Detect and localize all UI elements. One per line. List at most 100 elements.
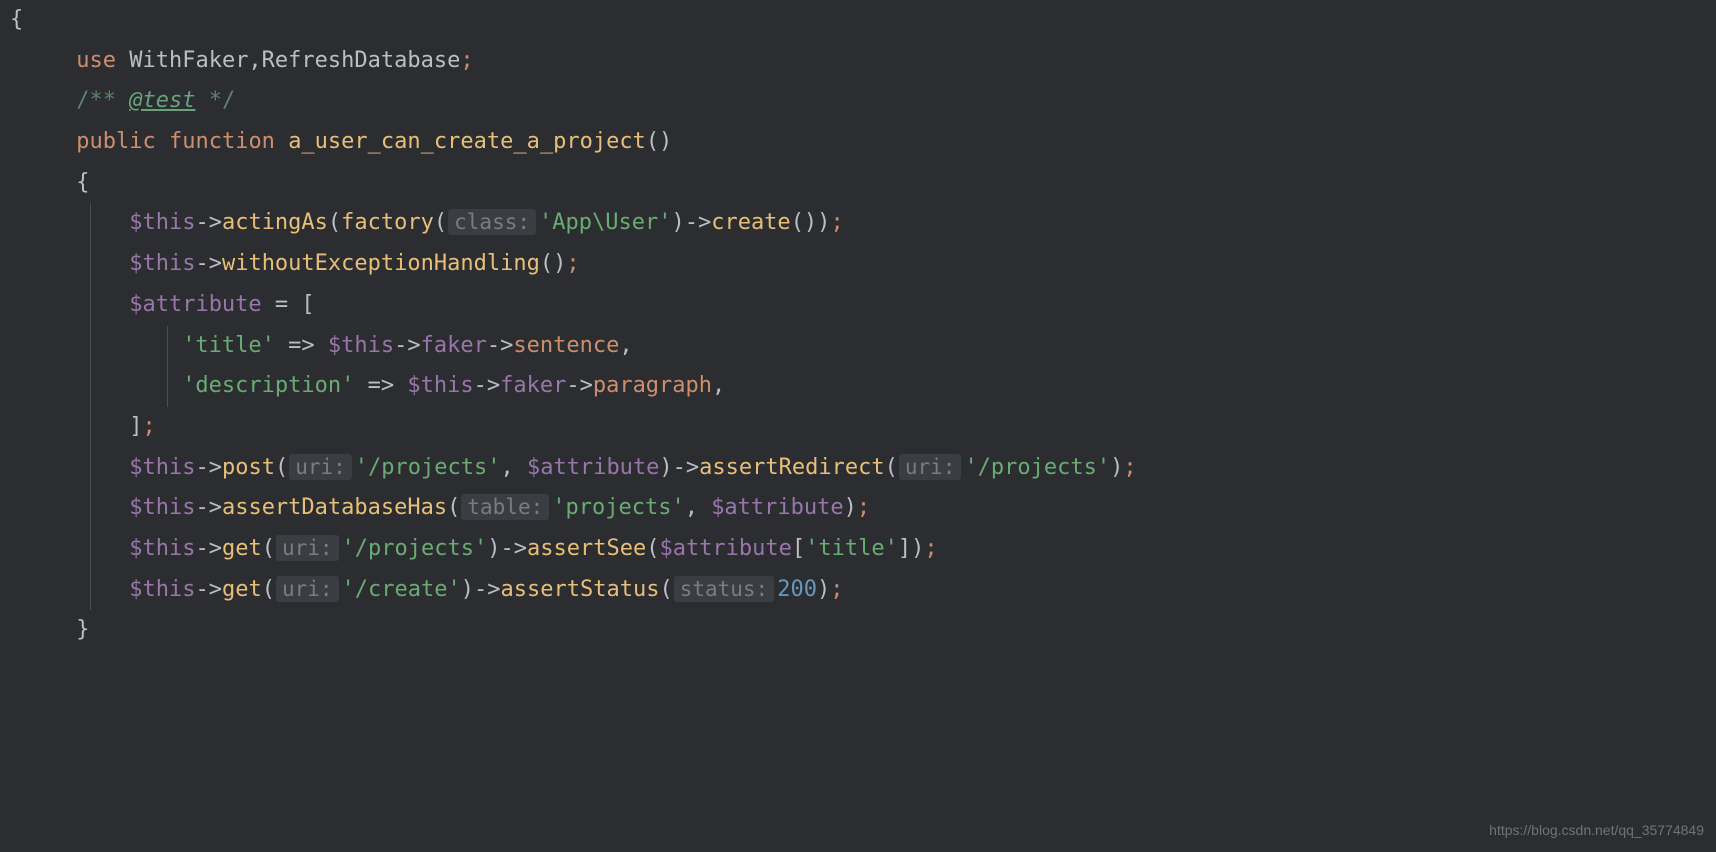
code-line: $attribute = [ [10,285,1716,326]
doc-open: /** [76,88,129,113]
watermark: https://blog.csdn.net/qq_35774849 [1489,818,1704,844]
paren: ) [487,536,500,561]
string-literal: '/projects' [342,536,488,561]
keyword-use: use [76,48,116,73]
variable-this: $this [407,373,473,398]
method-assertRedirect: assertRedirect [699,455,884,480]
trait-list: WithFaker,RefreshDatabase [116,48,460,73]
arrow: -> [195,495,222,520]
arrow: -> [195,251,222,276]
variable-this: $this [129,536,195,561]
paren: ( [434,210,447,235]
parens: () [646,129,673,154]
method-create: create [711,210,790,235]
paren: ( [447,495,460,520]
arrow: -> [487,333,514,358]
paren-end: ); [844,495,871,520]
param-hint-uri: uri: [289,454,352,480]
paren: ( [275,455,288,480]
string-literal: '/projects' [355,455,501,480]
method-get: get [222,577,262,602]
string-literal: '/projects' [964,455,1110,480]
assign-bracket: = [ [262,292,315,317]
string-literal: 'title' [805,536,898,561]
bracket: [ [792,536,805,561]
doc-close: */ [195,88,235,113]
arrow: -> [500,536,527,561]
function-name: a_user_can_create_a_project [288,129,646,154]
arrow: -> [394,333,421,358]
close-bracket: ]; [129,414,156,439]
arrow: -> [673,455,700,480]
method-assertDatabaseHas: assertDatabaseHas [222,495,447,520]
code-line: { [10,0,1716,41]
variable-attribute: $attribute [129,292,261,317]
method-withoutExceptionHandling: withoutExceptionHandling [222,251,540,276]
variable-this: $this [129,455,195,480]
variable-this: $this [129,577,195,602]
code-line: use WithFaker,RefreshDatabase; [10,41,1716,82]
code-line: $this->withoutExceptionHandling(); [10,244,1716,285]
paren: ) [671,210,684,235]
variable-this: $this [129,210,195,235]
paren-end: ); [817,577,844,602]
code-line: { [10,163,1716,204]
double-arrow: => [275,333,328,358]
variable-this: $this [129,251,195,276]
code-block: { use WithFaker,RefreshDatabase; /** @te… [0,0,1716,651]
array-key-description: 'description' [182,373,354,398]
param-hint-class: class: [448,209,536,235]
comma: , [712,373,725,398]
param-hint-table: table: [461,494,549,520]
double-arrow: => [354,373,407,398]
keyword-function: function [169,129,275,154]
doc-tag-test: @test [129,88,195,113]
code-line: public function a_user_can_create_a_proj… [10,122,1716,163]
code-line: $this->get(uri:'/projects')->assertSee($… [10,529,1716,570]
property-faker: faker [500,373,566,398]
paren-end: (); [540,251,580,276]
brace: } [76,617,89,642]
string-literal: 'projects' [552,495,684,520]
code-line: 'title' => $this->faker->sentence, [10,326,1716,367]
method-factory: factory [341,210,434,235]
variable-this: $this [129,495,195,520]
method-actingAs: actingAs [222,210,328,235]
method-assertSee: assertSee [527,536,646,561]
comma: , [619,333,632,358]
code-line: } [10,610,1716,651]
paren-end: ); [911,536,938,561]
param-hint-uri: uri: [276,535,339,561]
variable-attribute: $attribute [527,455,659,480]
code-line: $this->get(uri:'/create')->assertStatus(… [10,570,1716,611]
arrow: -> [195,536,222,561]
method-post: post [222,455,275,480]
variable-this: $this [328,333,394,358]
paren: ( [885,455,898,480]
string-literal: 'App\User' [539,210,671,235]
code-line: $this->assertDatabaseHas(table:'projects… [10,488,1716,529]
paren-end: ); [1110,455,1137,480]
code-line: /** @test */ [10,81,1716,122]
paren: ( [262,536,275,561]
paren: ) [461,577,474,602]
keyword-public: public [76,129,155,154]
param-hint-uri: uri: [899,454,962,480]
comma: , [685,495,712,520]
paren: ( [328,210,341,235]
paren: ) [659,455,672,480]
paren: ( [659,577,672,602]
bracket: ] [898,536,911,561]
arrow: -> [685,210,712,235]
param-hint-status: status: [674,576,775,602]
string-literal: '/create' [342,577,461,602]
code-line: $this->actingAs(factory(class:'App\User'… [10,203,1716,244]
brace: { [10,7,23,32]
comma: , [500,455,527,480]
array-key-title: 'title' [182,333,275,358]
param-hint-uri: uri: [276,576,339,602]
variable-attribute: $attribute [711,495,843,520]
arrow: -> [566,373,593,398]
semicolon: ; [460,48,473,73]
property-sentence: sentence [513,333,619,358]
